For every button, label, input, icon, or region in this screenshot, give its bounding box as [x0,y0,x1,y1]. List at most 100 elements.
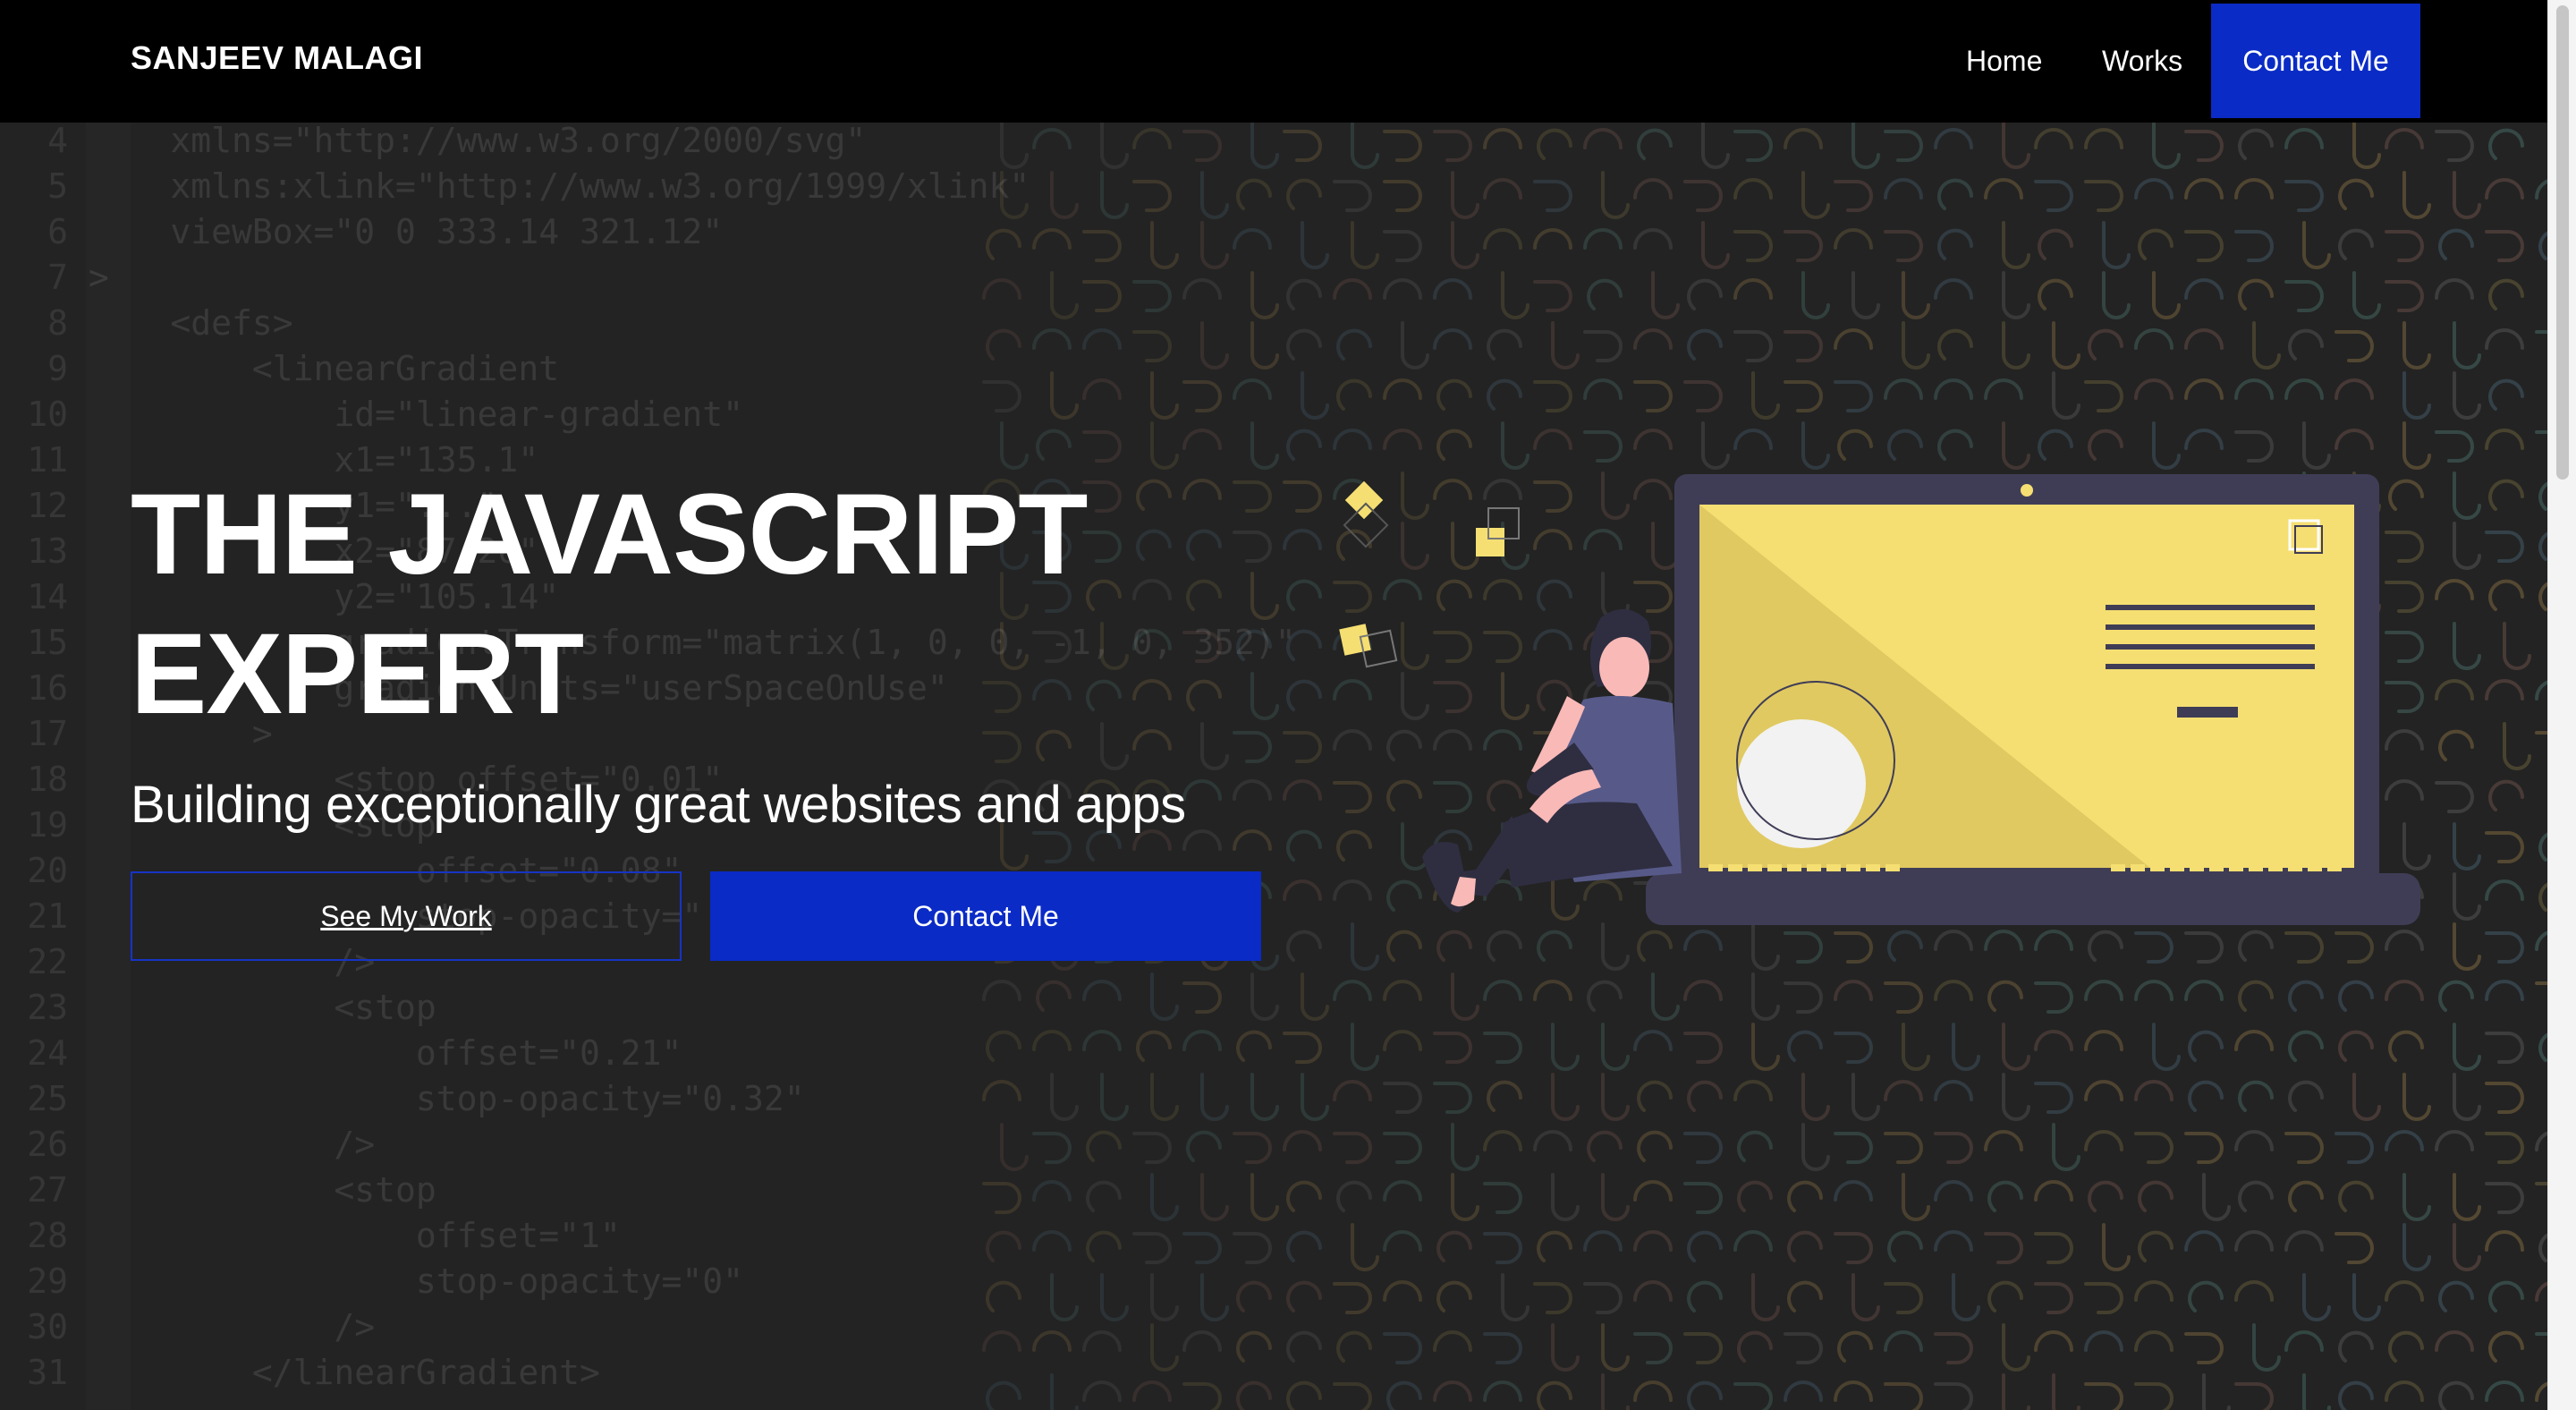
pattern-squiggle [1801,1123,1830,1171]
code-text: offset="0.21" [68,1033,682,1073]
pattern-squiggle [2485,879,2524,901]
pattern-squiggle [2188,1080,2224,1112]
code-line: 29 stop-opacity="0" [0,1259,743,1304]
pattern-squiggle [2202,1173,2231,1221]
pattern-squiggle [1633,228,1673,250]
pattern-squiggle [2453,822,2481,871]
nav-link-works[interactable]: Works [2102,0,2182,123]
pattern-squiggle [1984,1232,2023,1264]
page-scrollbar[interactable] [2547,0,2576,1410]
pattern-squiggle [2002,271,2030,319]
pattern-squiggle [2088,429,2123,461]
code-line: 23 <stop [0,985,436,1031]
pattern-squiggle [2535,680,2547,701]
contact-me-button[interactable]: Contact Me [710,871,1261,961]
pattern-squiggle [1351,123,1379,169]
nav-link-home[interactable]: Home [1966,0,2042,123]
pattern-squiggle [2385,1380,2424,1402]
pattern-squiggle [1451,171,1479,219]
pattern-squiggle [1884,1282,1923,1314]
pattern-squiggle [1687,328,1723,361]
hero-headline: THE JAVASCRIPT EXPERT [131,465,1204,744]
pattern-squiggle [2435,1130,2474,1151]
code-line: 31 </linearGradient> [0,1350,600,1396]
pattern-squiggle [1801,171,1830,219]
pattern-squiggle [1436,378,1472,411]
pattern-squiggle [1351,1023,1379,1071]
pattern-squiggle [1533,1130,1572,1151]
line-number: 30 [27,1307,68,1346]
pattern-squiggle [2334,378,2374,400]
code-line: 24 offset="0.21" [0,1031,682,1076]
pattern-squiggle [2034,981,2073,1014]
pattern-squiggle [1687,1080,1723,1112]
pattern-squiggle [1383,1082,1422,1114]
pattern-squiggle [1551,1173,1580,1221]
pattern-squiggle [2134,1280,2174,1302]
pattern-squiggle [2535,1131,2547,1151]
pattern-squiggle [1852,271,1880,319]
pattern-squiggle [1737,1130,1773,1162]
pattern-squiggle [2388,1330,2424,1363]
pattern-squiggle [1633,429,1673,450]
pattern-squiggle [1451,973,1479,1021]
pattern-squiggle [1383,1180,1422,1202]
pattern-squiggle [1884,1132,1923,1164]
pattern-squiggle [1483,1032,1522,1064]
pattern-squiggle [1633,380,1673,412]
pattern-squiggle [2134,980,2174,1001]
pattern-squiggle [2184,378,2224,400]
see-my-work-button[interactable]: See My Work [131,871,682,961]
pattern-squiggle [2453,872,2481,921]
pattern-squiggle [2338,1030,2374,1062]
nav-link-contact[interactable]: Contact Me [2211,4,2420,118]
pattern-squiggle [2485,429,2524,450]
pattern-squiggle [2152,1023,2181,1071]
pattern-squiggle [1733,330,1773,362]
pattern-squiggle [2284,1230,2324,1252]
pattern-squiggle [2052,371,2080,420]
pattern-squiggle [2152,123,2181,169]
pattern-squiggle [2184,230,2224,262]
line-number: 20 [27,851,68,890]
pattern-squiggle [2485,1182,2524,1214]
pattern-squiggle [1687,1280,1723,1312]
pattern-squiggle [1834,380,1873,412]
pattern-squiggle [1902,271,1930,319]
pattern-squiggle [1383,180,1422,212]
pattern-squiggle [1383,130,1422,162]
pattern-squiggle [1884,1330,1923,1352]
pattern-squiggle [2284,128,2324,149]
pattern-squiggle [2485,1132,2524,1164]
pattern-squiggle [2238,1180,2274,1212]
brand-logo[interactable]: SANJEEV MALAGI [131,39,423,77]
code-text: <stop [68,988,436,1027]
pattern-squiggle [1733,1080,1773,1101]
pattern-squiggle [2002,221,2030,269]
pattern-squiggle [2503,722,2531,770]
pattern-squiggle [2388,1030,2424,1062]
pattern-squiggle [2284,280,2324,312]
pattern-squiggle [2402,421,2431,470]
pattern-squiggle [1837,429,1873,461]
pattern-squiggle [1683,1132,1723,1164]
pattern-squiggle [2334,330,2374,362]
pattern-squiggle [2352,1273,2381,1321]
pattern-squiggle [1633,1030,1673,1051]
pattern-squiggle [1533,980,1572,1001]
pattern-squiggle [2485,931,2524,964]
pattern-squiggle [1537,1230,1572,1262]
pattern-squiggle [2234,230,2274,262]
pattern-squiggle [2453,922,2481,971]
pattern-squiggle [1433,1082,1472,1114]
pattern-squiggle [1683,380,1723,412]
pattern-squiggle [1651,271,1680,319]
pattern-squiggle [1637,128,1673,160]
scrollbar-thumb[interactable] [2556,5,2569,480]
pattern-squiggle [2002,123,2030,169]
pattern-squiggle [2488,1280,2524,1312]
pattern-squiggle [1383,1332,1422,1364]
pattern-squiggle [1987,1180,2023,1212]
pattern-squiggle [1433,1032,1472,1064]
pattern-squiggle [2234,378,2274,400]
